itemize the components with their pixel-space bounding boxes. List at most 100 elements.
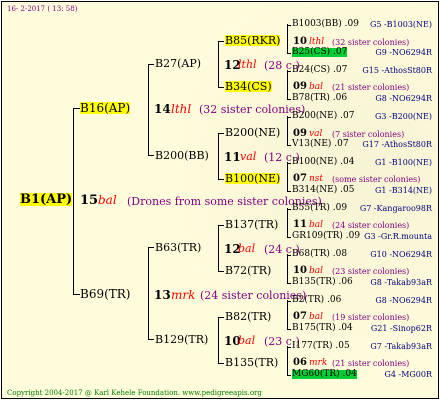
g4-tick <box>287 209 291 210</box>
g4-tick <box>287 71 291 72</box>
g4-num: 09 <box>293 81 307 92</box>
g4-origin: G3 -B200(NE) <box>375 112 432 121</box>
timestamp: 16- 2-2017 ( 13: 58) <box>7 5 78 13</box>
b16-to-b27 <box>148 64 154 65</box>
g3-vline-2 <box>287 70 288 100</box>
g4-queen[interactable]: I177(TR) .05 <box>292 342 350 351</box>
g4-tick <box>287 375 291 376</box>
b69-vline <box>148 247 149 339</box>
g2-b27-mark: lthl <box>238 58 257 71</box>
g3-b72[interactable]: B72(TR) <box>225 265 271 276</box>
g1-b16-note: (32 sister colonies) <box>199 103 306 116</box>
g4-queen[interactable]: B314(NE) .05 <box>292 186 354 195</box>
g4-num: 11 <box>293 219 307 230</box>
g4-note: (24 sister colonies) <box>332 221 410 230</box>
g4-queen[interactable]: V13(NE) .07 <box>292 140 349 149</box>
g4-origin: G4 -MG00R <box>384 370 432 379</box>
g4-origin: G21 -Sinop62R <box>370 324 432 333</box>
g3-vline-5 <box>287 208 288 238</box>
g4-num: 10 <box>293 36 307 47</box>
g3-b135[interactable]: B135(TR) <box>225 357 278 368</box>
g4-origin: G9 -NO6294R <box>375 48 432 57</box>
g3-b100[interactable]: B100(NE) <box>225 173 281 184</box>
g4-num: 07 <box>293 173 307 184</box>
g4-mark: bal <box>309 220 324 230</box>
root-num: 15 <box>80 193 99 208</box>
b63-vline <box>218 225 219 271</box>
root-to-b16 <box>73 108 80 109</box>
g1-b69-note: (24 sister colonies) <box>200 289 307 302</box>
g4-mark: val <box>309 129 323 139</box>
g4-tick <box>287 145 291 146</box>
b16-vline <box>148 64 149 155</box>
g3-b34[interactable]: B34(CS) <box>225 81 272 92</box>
g4-origin: G1 -B314(NE) <box>375 186 432 195</box>
g4-queen[interactable]: B135(TR) .06 <box>292 278 353 287</box>
b27-vline <box>218 41 219 87</box>
g4-queen[interactable]: GR109(TR) .09 <box>292 232 360 241</box>
g2-b63[interactable]: B63(TR) <box>155 242 201 253</box>
g4-origin: G7 -Takab93aR <box>370 342 432 351</box>
b200bb-to-b200ne <box>218 133 224 134</box>
g4-note: (19 sister colonies) <box>332 313 410 322</box>
g4-queen[interactable]: MG60(TR) .04 <box>292 370 357 379</box>
g4-mark: bal <box>309 266 324 276</box>
g4-queen[interactable]: B55(TR) .09 <box>292 204 347 213</box>
g3-vline-3 <box>287 116 288 146</box>
g3-b85[interactable]: B85(RKR) <box>225 35 281 46</box>
b63-to-b137 <box>218 225 224 226</box>
g4-tick <box>287 301 291 302</box>
g2-b63-mark: bal <box>238 242 256 255</box>
g4-origin: G8 -NO6294R <box>375 94 432 103</box>
g4-queen[interactable]: B2(TR) .06 <box>292 296 341 305</box>
g4-mark: mrk <box>309 358 328 368</box>
b69-to-b129 <box>148 339 154 340</box>
b63-to-b72 <box>218 271 224 272</box>
g4-origin: G8 -NO6294R <box>375 296 432 305</box>
g2-b129[interactable]: B129(TR) <box>155 334 208 345</box>
g3-vline-7 <box>287 300 288 330</box>
g2-b200[interactable]: B200(BB) <box>155 150 209 161</box>
g2-b129-mark: bal <box>238 334 256 347</box>
g4-note: (some sister colonies) <box>332 175 421 184</box>
g3-b82[interactable]: B82(TR) <box>225 311 271 322</box>
g4-tick <box>287 191 291 192</box>
g4-queen[interactable]: B24(CS) .07 <box>292 66 347 75</box>
g4-queen[interactable]: B1003(BB) .09 <box>292 20 359 29</box>
g2-b27[interactable]: B27(AP) <box>155 58 201 69</box>
g4-origin: G17 -AthosSt80R <box>362 140 432 149</box>
b16-to-b200 <box>148 155 154 156</box>
g4-tick <box>287 347 291 348</box>
g4-note: (21 sister colonies) <box>332 83 410 92</box>
b200bb-vline <box>218 133 219 179</box>
g4-queen[interactable]: B100(NE) .04 <box>292 158 354 167</box>
root-to-b69 <box>73 294 80 295</box>
g4-tick <box>287 283 291 284</box>
g3-b137[interactable]: B137(TR) <box>225 219 278 230</box>
b27-to-b85 <box>218 41 224 42</box>
g4-queen[interactable]: B25(CS) .07 <box>292 48 348 57</box>
g1-b16[interactable]: B16(AP) <box>80 102 131 114</box>
g2-b200-num: 11 <box>224 150 241 164</box>
g4-queen[interactable]: B200(NE) .07 <box>292 112 354 121</box>
g4-mark: bal <box>309 312 324 322</box>
g4-num: 06 <box>293 357 307 368</box>
g3-b200ne[interactable]: B200(NE) <box>225 127 280 138</box>
g4-origin: G8 -Takab93aR <box>370 278 432 287</box>
g4-queen[interactable]: B78(TR) .06 <box>292 94 347 103</box>
g4-queen[interactable]: B68(TR) .08 <box>292 250 347 259</box>
root-mark: bal <box>98 193 117 207</box>
g4-queen[interactable]: B175(TR) .04 <box>292 324 353 333</box>
g4-note: (21 sister colonies) <box>332 359 410 368</box>
g4-num: 09 <box>293 128 307 139</box>
g4-mark: bal <box>309 82 324 92</box>
b27-to-b34 <box>218 87 224 88</box>
g4-mark: nst <box>309 174 324 184</box>
g2-b200-mark: val <box>240 150 257 163</box>
g1-b16-mark: lthl <box>171 102 192 116</box>
g1-b69[interactable]: B69(TR) <box>80 288 131 300</box>
g1-b69-num: 13 <box>154 288 171 302</box>
root-vline <box>73 108 74 294</box>
root-queen[interactable]: B1(AP) <box>20 193 73 206</box>
g3-vline-4 <box>287 162 288 192</box>
